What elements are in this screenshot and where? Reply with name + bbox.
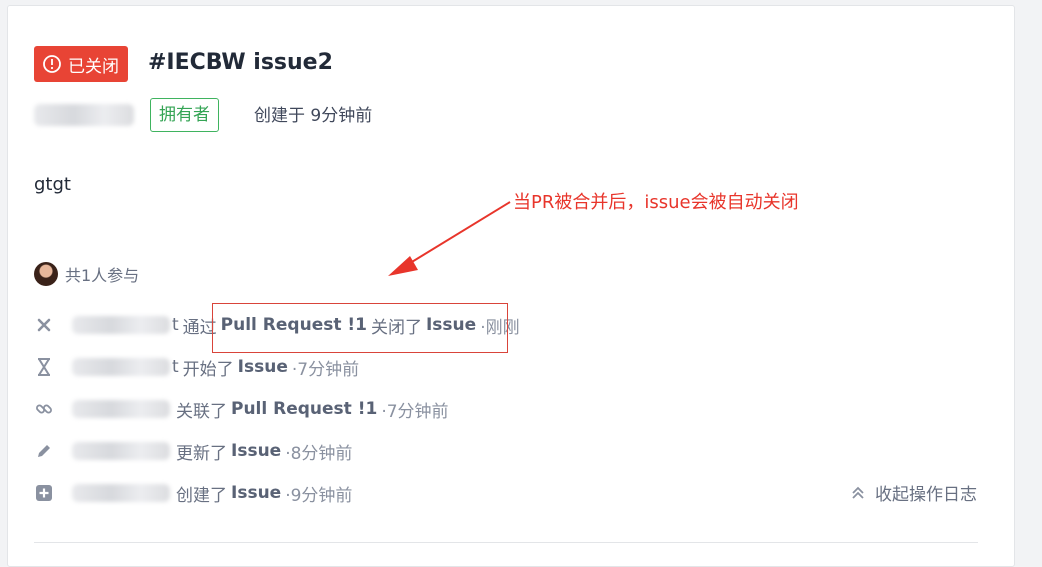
activity-action: 创建了: [176, 485, 227, 506]
activity-user[interactable]: [72, 442, 170, 460]
activity-user-tail: t: [172, 315, 179, 335]
owner-tag: 拥有者: [150, 98, 219, 132]
activity-row: t 开始了 Issue ·7分钟前: [34, 355, 360, 380]
plus-square-icon: [34, 483, 54, 503]
link-icon: [34, 399, 54, 419]
avatar[interactable]: [34, 262, 58, 286]
activity-target-link[interactable]: Issue: [231, 441, 281, 461]
activity-user[interactable]: [72, 316, 170, 334]
activity-row: 关联了 Pull Request !1 ·7分钟前: [34, 397, 449, 422]
chevron-up-double-icon: [851, 486, 865, 500]
activity-target-link[interactable]: Issue: [238, 357, 288, 377]
close-icon: [34, 315, 54, 335]
activity-time: ·9分钟前: [285, 485, 353, 506]
activity-time: ·7分钟前: [381, 401, 449, 422]
activity-action: 更新了: [176, 443, 227, 464]
collapse-log-button[interactable]: 收起操作日志: [851, 480, 977, 505]
hourglass-icon: [34, 357, 54, 377]
pencil-icon: [34, 441, 54, 461]
activity-row: 更新了 Issue ·8分钟前: [34, 439, 353, 464]
activity-user[interactable]: [72, 484, 170, 502]
status-label: 已关闭: [68, 56, 119, 77]
highlight-box: [212, 303, 508, 353]
activity-time: ·7分钟前: [291, 359, 360, 380]
activity-user[interactable]: [72, 358, 170, 376]
activity-row: 创建了 Issue ·9分钟前: [34, 481, 353, 506]
collapse-log-label: 收起操作日志: [875, 485, 977, 505]
closed-status-icon: [42, 54, 62, 74]
annotation-arrow: [388, 201, 511, 276]
activity-time: ·8分钟前: [285, 443, 353, 464]
created-time: 创建于 9分钟前: [254, 106, 373, 126]
participants-label: 共1人参与: [65, 266, 140, 285]
activity-user[interactable]: [72, 400, 170, 418]
status-badge: 已关闭: [34, 46, 128, 82]
author-name-blurred[interactable]: [34, 104, 134, 126]
divider: [34, 542, 978, 543]
participants: 共1人参与: [34, 262, 139, 286]
activity-action: 开始了: [182, 359, 234, 380]
activity-target-link[interactable]: Issue: [231, 483, 281, 503]
issue-description: gtgt: [34, 174, 71, 195]
issue-title: #IECBW issue2: [148, 50, 333, 75]
activity-action: 关联了: [176, 401, 227, 422]
annotation-text: 当PR被合并后，issue会被自动关闭: [513, 192, 799, 213]
activity-target-link[interactable]: Pull Request !1: [231, 399, 377, 419]
activity-user-tail: t: [172, 357, 179, 377]
